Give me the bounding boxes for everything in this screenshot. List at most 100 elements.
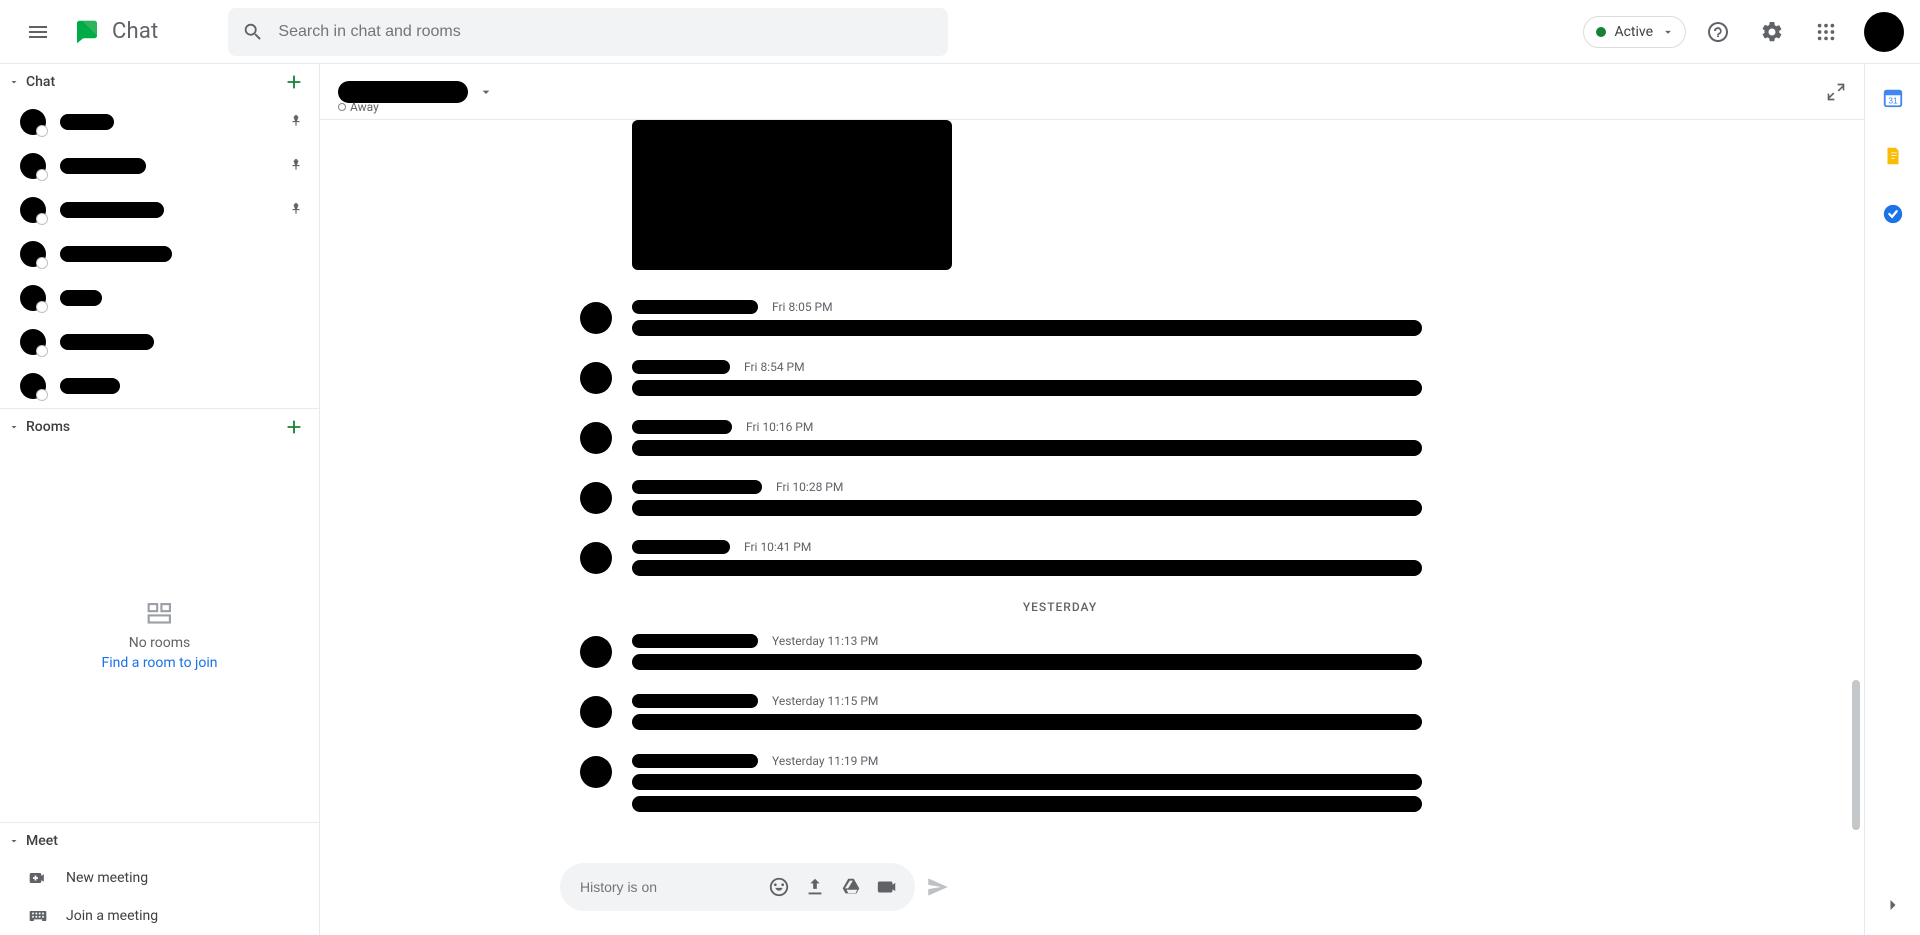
message-text	[632, 796, 1422, 812]
message-avatar[interactable]	[580, 362, 612, 394]
avatar	[20, 109, 46, 135]
search-box[interactable]	[228, 8, 948, 56]
find-room-link[interactable]: Find a room to join	[101, 655, 217, 671]
avatar	[20, 241, 46, 267]
search-icon	[242, 21, 264, 43]
message-sender	[632, 360, 730, 374]
avatar	[20, 373, 46, 399]
message: Fri 8:05 PM	[560, 300, 1560, 342]
message-avatar[interactable]	[580, 636, 612, 668]
message-timestamp: Yesterday 11:15 PM	[772, 694, 878, 708]
chat-conversation-item[interactable]	[0, 276, 319, 320]
new-chat-button[interactable]	[283, 71, 305, 93]
message-sender	[632, 540, 730, 554]
send-button[interactable]	[925, 874, 951, 900]
presence-away-label: Away	[350, 100, 379, 114]
scrollbar-thumb[interactable]	[1852, 680, 1860, 830]
new-room-button[interactable]	[283, 416, 305, 438]
keep-addon-button[interactable]	[1873, 136, 1913, 176]
section-header-rooms[interactable]: Rooms	[0, 409, 319, 445]
message-text	[632, 654, 1422, 670]
emoji-button[interactable]	[761, 869, 797, 905]
meet-action-item[interactable]: New meeting	[0, 859, 319, 897]
chat-conversation-item[interactable]	[0, 144, 319, 188]
message-avatar[interactable]	[580, 422, 612, 454]
chat-conversation-item[interactable]	[0, 232, 319, 276]
caret-down-icon	[8, 421, 20, 433]
message-text	[632, 560, 1422, 576]
video-meet-button[interactable]	[869, 869, 905, 905]
upload-button[interactable]	[797, 869, 833, 905]
search-input[interactable]	[278, 23, 934, 41]
video-plus-icon	[28, 868, 48, 888]
message: Fri 10:41 PM	[560, 540, 1560, 582]
message-timestamp: Yesterday 11:19 PM	[772, 754, 878, 768]
message-timestamp: Fri 10:41 PM	[744, 540, 811, 554]
meet-action-label: Join a meeting	[66, 908, 158, 924]
collapse-panel-button[interactable]	[1826, 82, 1846, 102]
settings-button[interactable]	[1750, 10, 1794, 54]
app-name: Chat	[112, 19, 158, 44]
message-text	[632, 774, 1422, 790]
chat-conversation-item[interactable]	[0, 100, 319, 144]
account-avatar[interactable]	[1864, 12, 1904, 52]
conversation-menu-button[interactable]	[478, 84, 494, 100]
message-sender	[632, 420, 732, 434]
chat-conversation-item[interactable]	[0, 364, 319, 408]
google-apps-button[interactable]	[1804, 10, 1848, 54]
image-attachment[interactable]	[632, 120, 952, 270]
message-sender	[632, 480, 762, 494]
section-header-meet[interactable]: Meet	[0, 823, 319, 859]
tasks-addon-button[interactable]	[1873, 194, 1913, 234]
meet-section: Meet New meeting Join a meeting	[0, 823, 319, 935]
message-timestamp: Fri 8:05 PM	[772, 300, 833, 314]
contact-name	[60, 290, 102, 306]
chat-conversation-item[interactable]	[0, 320, 319, 364]
message-avatar[interactable]	[580, 482, 612, 514]
message: Fri 10:28 PM	[560, 480, 1560, 522]
caret-down-icon	[8, 76, 20, 88]
top-bar: Chat Active	[0, 0, 1920, 64]
message-text	[632, 380, 1422, 396]
meet-action-label: New meeting	[66, 870, 148, 886]
message-timestamp: Yesterday 11:13 PM	[772, 634, 878, 648]
message-timestamp: Fri 10:16 PM	[746, 420, 813, 434]
compose-input[interactable]	[580, 879, 761, 895]
message-avatar[interactable]	[580, 696, 612, 728]
side-panel-toggle[interactable]	[1873, 885, 1913, 925]
message: Yesterday 11:15 PM	[560, 694, 1560, 736]
conversation-pane: Away Fri 8:05 PMFri 8:54 PMFri 10:16 PMF…	[320, 64, 1864, 935]
rooms-empty-title: No rooms	[129, 635, 191, 651]
chat-conversation-item[interactable]	[0, 188, 319, 232]
compose-box[interactable]	[560, 863, 915, 911]
section-label: Chat	[26, 74, 55, 90]
contact-name	[60, 378, 120, 394]
pin-icon	[289, 114, 305, 130]
drive-button[interactable]	[833, 869, 869, 905]
message: Fri 10:16 PM	[560, 420, 1560, 462]
section-label: Meet	[26, 833, 58, 849]
message-scroll-area[interactable]: Fri 8:05 PM Fri 8:54 PM Fri 10:16 PM Fri 10…	[320, 120, 1864, 851]
message-avatar[interactable]	[580, 756, 612, 788]
app-brand: Chat	[72, 17, 158, 47]
message-avatar[interactable]	[580, 302, 612, 334]
caret-down-icon	[8, 835, 20, 847]
presence-status-chip[interactable]: Active	[1583, 16, 1686, 48]
conversation-header: Away	[320, 64, 1864, 120]
message-timestamp: Fri 8:54 PM	[744, 360, 805, 374]
message-sender	[632, 754, 758, 768]
main-menu-button[interactable]	[14, 8, 62, 56]
contact-name	[60, 334, 154, 350]
message-text	[632, 714, 1422, 730]
meet-action-item[interactable]: Join a meeting	[0, 897, 319, 935]
message: Yesterday 11:19 PM	[560, 754, 1560, 818]
help-button[interactable]	[1696, 10, 1740, 54]
calendar-addon-button[interactable]: 31	[1873, 78, 1913, 118]
message-text	[632, 320, 1422, 336]
svg-text:31: 31	[1888, 97, 1898, 106]
message-sender	[632, 300, 758, 314]
section-header-chat[interactable]: Chat	[0, 64, 319, 100]
contact-name	[60, 202, 164, 218]
message-avatar[interactable]	[580, 542, 612, 574]
left-sidebar: Chat Rooms No rooms Find a room to join …	[0, 64, 320, 935]
